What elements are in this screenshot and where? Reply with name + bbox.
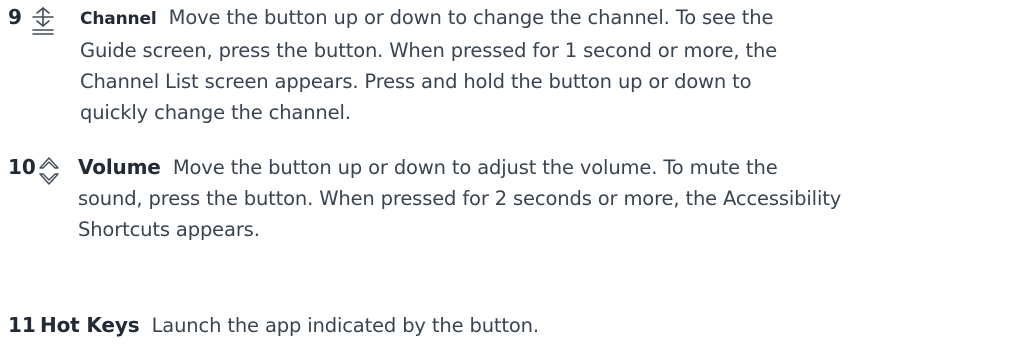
item-number: 9 <box>8 5 22 29</box>
channel-rocker-icon <box>30 6 56 40</box>
item-description: Channel Move the button up or down to ch… <box>80 6 778 124</box>
item-number: 10 <box>8 155 36 179</box>
volume-up-down-icon <box>38 154 60 192</box>
item-term: Channel <box>80 9 157 29</box>
item-description: Hot Keys Launch the app indicated by the… <box>40 313 539 337</box>
item-term: Volume <box>78 155 161 179</box>
item-term: Hot Keys <box>40 313 140 337</box>
list-item-channel: 9 Channel Move the button up or down to … <box>8 2 1018 132</box>
item-number: 11 <box>8 313 36 337</box>
item-description: Volume Move the button up or down to adj… <box>78 155 842 241</box>
list-item-volume: 10 Volume Move the button up or down to … <box>8 152 1018 252</box>
list-item-hot-keys: 11 Hot Keys Launch the app indicated by … <box>8 310 1018 344</box>
